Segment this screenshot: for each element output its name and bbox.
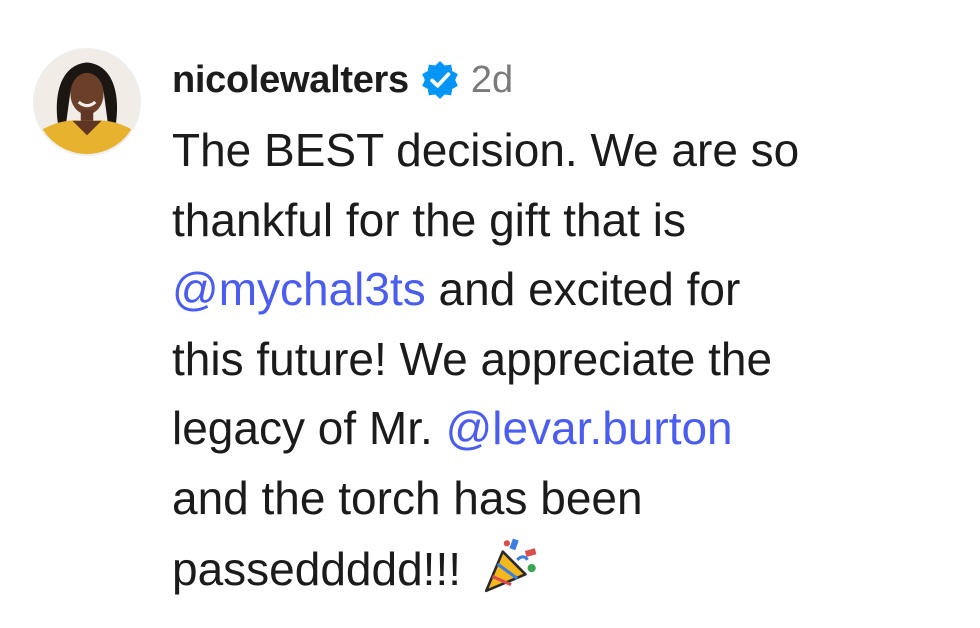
party-popper-icon: [480, 533, 542, 595]
comment: nicolewalters 2d The BEST decision. We a…: [0, 0, 980, 628]
comment-line: @mychal3ts and excited for: [172, 255, 932, 325]
verified-badge-icon: [422, 61, 458, 99]
timestamp[interactable]: 2d: [471, 59, 513, 102]
comment-header: nicolewalters 2d: [172, 56, 513, 104]
comment-line: and the torch has been: [172, 471, 643, 524]
username[interactable]: nicolewalters: [172, 59, 409, 102]
comment-line: legacy of Mr. @levar.burton: [172, 394, 932, 464]
comment-text-fragment: and excited for: [425, 263, 741, 315]
mention-link[interactable]: @levar.burton: [446, 402, 733, 454]
mention-link[interactable]: @mychal3ts: [172, 263, 426, 315]
comment-line: this future! We appreciate the: [172, 332, 773, 385]
comment-line: The BEST decision. We are so: [172, 124, 800, 176]
comment-text-fragment: legacy of Mr.: [172, 402, 446, 454]
comment-text-fragment: passeddddd!!!: [172, 543, 474, 595]
profile-photo: [35, 50, 139, 154]
comment-text: The BEST decision. We are so thankful fo…: [172, 116, 932, 605]
comment-line: passeddddd!!!: [172, 533, 932, 605]
avatar[interactable]: [33, 48, 141, 156]
comment-line: thankful for the gift that is: [172, 193, 686, 246]
